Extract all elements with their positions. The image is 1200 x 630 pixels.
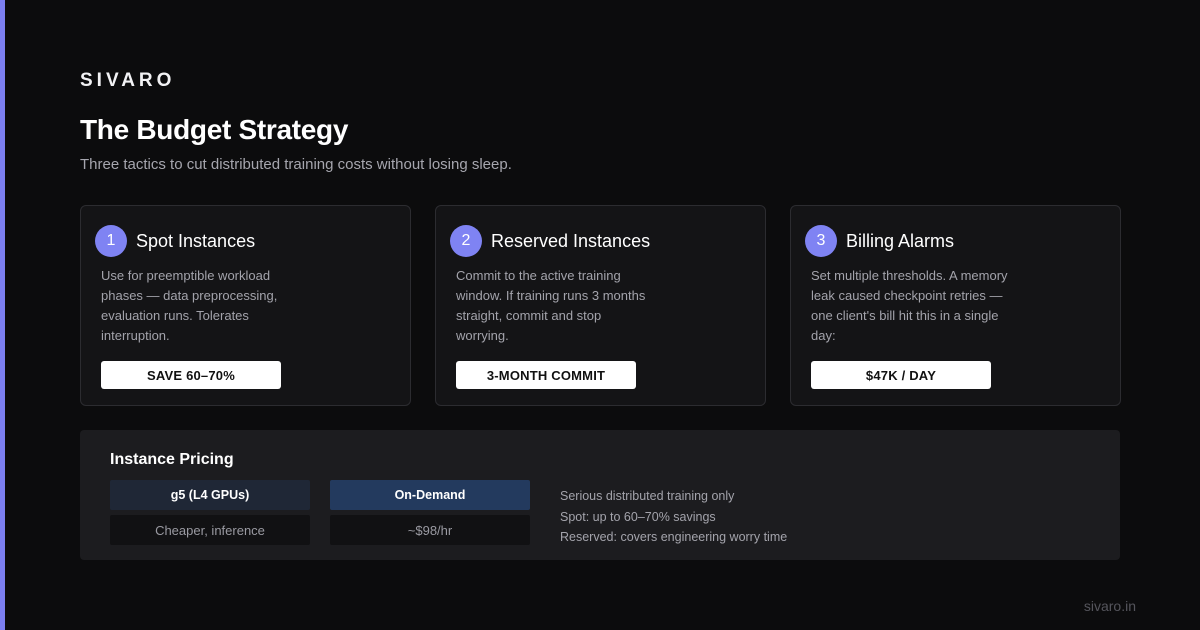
tactic-card-billing: 3 Billing Alarms Set multiple thresholds…	[790, 205, 1121, 406]
page-subtitle: Three tactics to cut distributed trainin…	[80, 156, 512, 173]
card-description: Set multiple thresholds. A memory leak c…	[811, 268, 1008, 343]
pricing-header-on-demand: On-Demand	[330, 480, 530, 510]
card-title: Billing Alarms	[846, 231, 955, 251]
instance-pricing-panel: Instance Pricing g5 (L4 GPUs) On-Demand …	[80, 430, 1120, 560]
savings-badge: SAVE 60–70%	[101, 361, 281, 389]
tactic-card-reserved: 2 Reserved Instances Commit to the activ…	[435, 205, 766, 406]
step-number-badge: 2	[450, 225, 482, 257]
card-title: Reserved Instances	[491, 231, 651, 251]
pricing-title: Instance Pricing	[110, 451, 234, 468]
cost-badge: $47K / DAY	[811, 361, 991, 389]
pricing-value-g5: Cheaper, inference	[110, 515, 310, 545]
pricing-header-g5: g5 (L4 GPUs)	[110, 480, 310, 510]
card-description: Use for preemptible workload phases — da…	[101, 268, 278, 343]
step-number-badge: 1	[95, 225, 127, 257]
pricing-value-on-demand: ~$98/hr	[330, 515, 530, 545]
card-description: Commit to the active training window. If…	[456, 268, 646, 343]
pricing-note: Spot: up to 60–70% savings	[560, 509, 716, 524]
pricing-note: Serious distributed training only	[560, 489, 735, 503]
commit-badge: 3-MONTH COMMIT	[456, 361, 636, 389]
step-number-badge: 3	[805, 225, 837, 257]
pricing-notes: Serious distributed training only Spot: …	[560, 486, 787, 548]
brand-logo: SIVARO	[80, 70, 176, 91]
footer-url: sivaro.in	[1083, 598, 1136, 614]
accent-bar	[0, 0, 5, 630]
page-title: The Budget Strategy	[80, 114, 349, 145]
tactic-card-spot: 1 Spot Instances Use for preemptible wor…	[80, 205, 411, 406]
card-title: Spot Instances	[136, 231, 256, 251]
pricing-note: Reserved: covers engineering worry time	[560, 530, 788, 544]
